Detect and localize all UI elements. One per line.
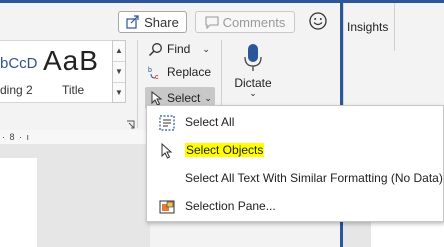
- chevron-down-icon: ⌄: [204, 92, 212, 103]
- cursor-arrow-icon: [151, 90, 163, 106]
- group-separator: [394, 3, 395, 51]
- menu-label-select-objects: Select Objects: [185, 143, 265, 157]
- share-label: Share: [144, 14, 179, 30]
- feedback-smiley-icon[interactable]: [308, 11, 328, 31]
- style-sample-heading2[interactable]: bCcD: [0, 55, 38, 72]
- comment-icon: [205, 15, 219, 29]
- chevron-up-icon[interactable]: ▲: [113, 41, 125, 62]
- style-sample-title[interactable]: AaB: [43, 45, 99, 77]
- style-name-title: Title: [62, 83, 85, 97]
- style-name-heading2: ding 2: [0, 83, 33, 97]
- menu-item-select-similar-formatting[interactable]: Select All Text With Similar Formatting …: [147, 165, 444, 193]
- search-icon: [148, 42, 162, 56]
- replace-icon: b c: [148, 67, 159, 80]
- find-button[interactable]: Find ⌄: [148, 39, 210, 59]
- dialog-launcher-icon[interactable]: [126, 120, 135, 129]
- selection-pane-icon: [159, 200, 175, 214]
- comments-label: Comments: [222, 14, 286, 30]
- select-all-icon: [159, 115, 175, 131]
- menu-label-select-all: Select All: [185, 115, 235, 129]
- styles-gallery[interactable]: bCcD AaB ding 2 Title: [0, 40, 113, 103]
- right-ribbon-panel: Insights: [343, 3, 444, 107]
- comments-button[interactable]: Comments: [195, 11, 295, 33]
- share-button[interactable]: Share: [118, 11, 187, 33]
- select-label: Select: [167, 91, 201, 105]
- replace-button[interactable]: b c Replace: [148, 62, 211, 82]
- chevron-down-icon: ⌄: [202, 43, 210, 54]
- more-styles-icon[interactable]: ▼: [113, 83, 125, 104]
- menu-item-select-objects[interactable]: Select Objects: [147, 137, 444, 165]
- insights-label[interactable]: Insights: [347, 20, 388, 34]
- microphone-icon: [244, 44, 262, 71]
- find-label: Find: [167, 42, 191, 56]
- dictate-button[interactable]: Dictate ⌄: [230, 43, 276, 99]
- menu-item-select-all[interactable]: Select All: [147, 109, 444, 137]
- cursor-arrow-icon: [161, 143, 173, 159]
- ruler: · 8 · ı: [0, 130, 150, 144]
- styles-scroll: ▲ ▼ ▼: [112, 40, 126, 103]
- menu-label-selection-pane: Selection Pane...: [185, 199, 276, 213]
- svg-text:b: b: [148, 67, 152, 74]
- chevron-down-icon[interactable]: ▼: [113, 62, 125, 83]
- select-dropdown-menu: Select All Select Objects Select All Tex…: [146, 105, 444, 222]
- share-icon: [126, 15, 139, 29]
- group-separator: [137, 40, 138, 128]
- menu-item-selection-pane[interactable]: Selection Pane...: [147, 193, 444, 221]
- menu-label-select-similar: Select All Text With Similar Formatting …: [185, 171, 443, 185]
- svg-text:c: c: [155, 74, 159, 80]
- replace-label: Replace: [167, 65, 212, 79]
- document-page[interactable]: [0, 158, 37, 247]
